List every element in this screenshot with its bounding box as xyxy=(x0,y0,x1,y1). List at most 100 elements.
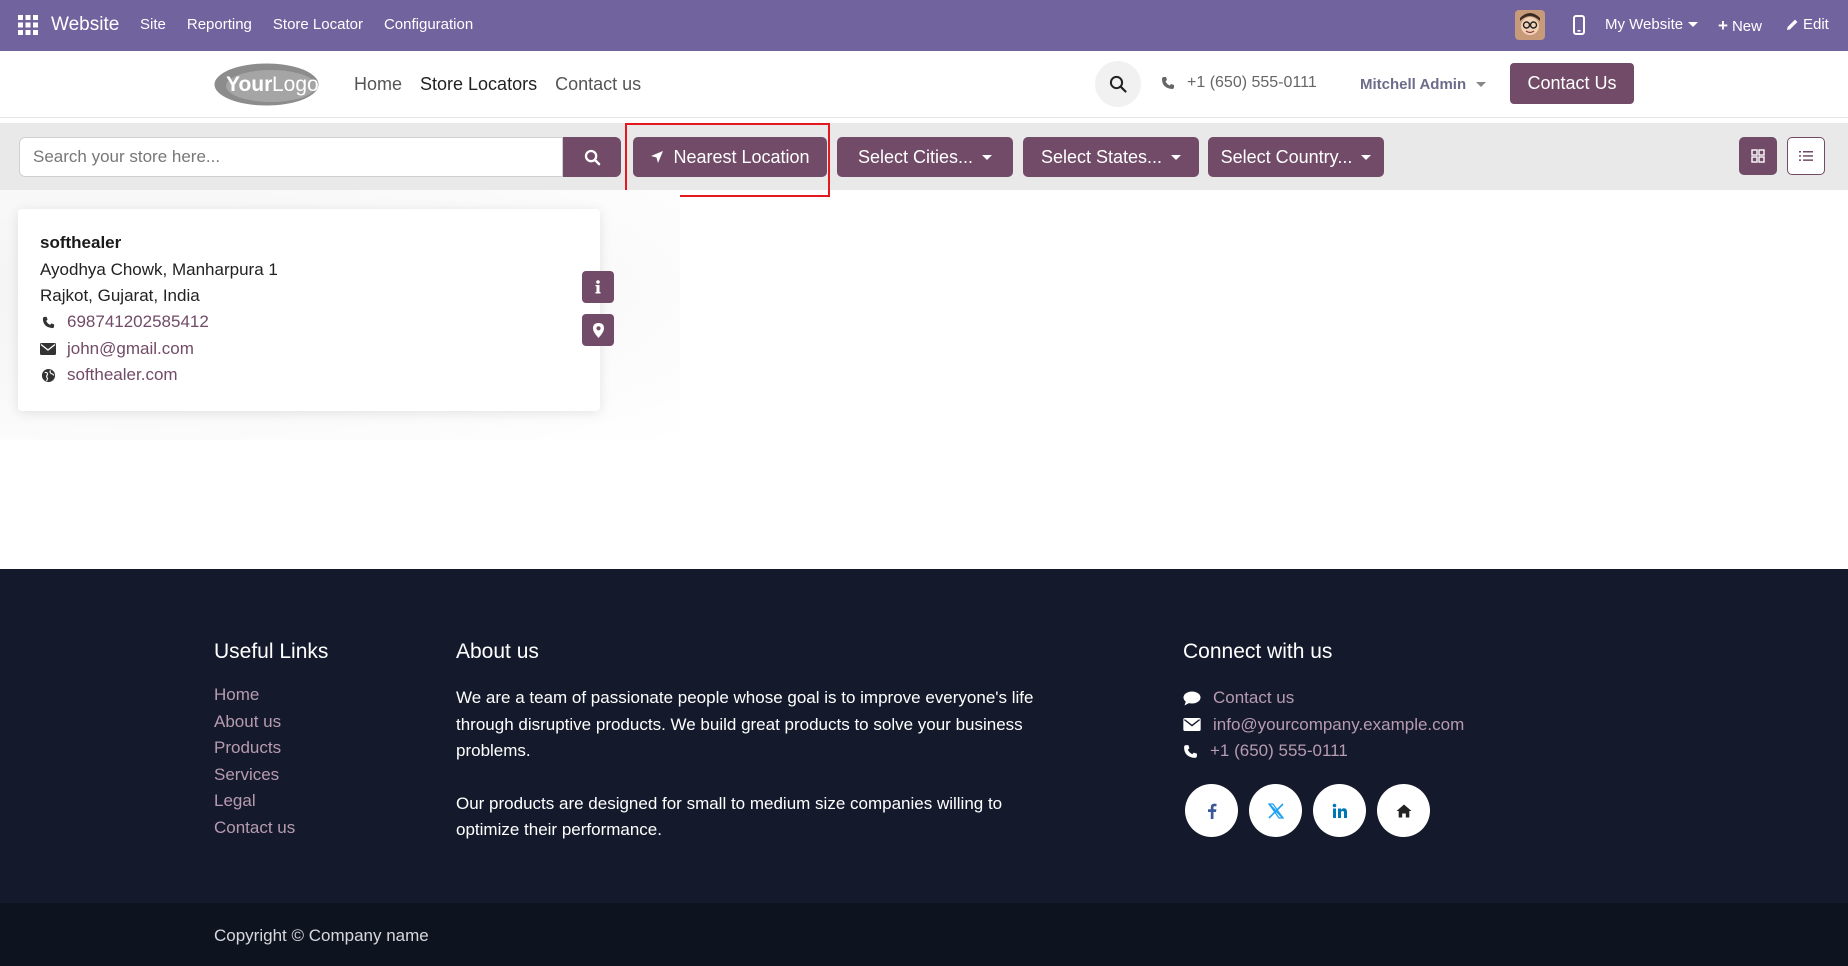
footer-link-contact-us[interactable]: Contact us xyxy=(214,818,295,845)
search-icon xyxy=(1109,75,1127,93)
about-paragraph-2: Our products are designed for small to m… xyxy=(456,793,1003,840)
facebook-icon[interactable] xyxy=(1185,784,1238,837)
new-label: New xyxy=(1731,17,1762,35)
edit-button[interactable]: Edit xyxy=(1786,16,1829,33)
location-arrow-icon xyxy=(650,150,664,164)
footer: Useful Links Home About us Products Serv… xyxy=(0,569,1848,903)
user-name: Mitchell Admin xyxy=(1360,76,1467,93)
envelope-icon xyxy=(40,341,56,357)
new-button[interactable]: + New xyxy=(1718,16,1762,36)
copyright-text: Copyright © Company name xyxy=(214,926,429,945)
store-info-button[interactable] xyxy=(582,271,614,303)
plus-icon: + xyxy=(1718,16,1728,35)
store-website-row: softhealer.com xyxy=(40,365,178,385)
about-us-text: We are a team of passionate people whose… xyxy=(456,685,1046,870)
store-card: softhealer Ayodhya Chowk, Manharpura 1 R… xyxy=(18,209,614,411)
menu-reporting[interactable]: Reporting xyxy=(187,16,252,33)
useful-links-heading: Useful Links xyxy=(214,640,329,663)
footer-link-home[interactable]: Home xyxy=(214,685,295,712)
connect-email-link[interactable]: info@yourcompany.example.com xyxy=(1183,712,1464,739)
connect-contact-link[interactable]: Contact us xyxy=(1183,685,1464,712)
edit-label: Edit xyxy=(1803,16,1829,33)
chevron-down-icon xyxy=(1476,82,1487,87)
footer-link-products[interactable]: Products xyxy=(214,738,295,765)
connect-contact-label: Contact us xyxy=(1213,688,1295,708)
copyright-bar: Copyright © Company name xyxy=(0,903,1848,966)
search-icon xyxy=(584,149,601,166)
grid-icon xyxy=(1751,149,1765,163)
connect-phone-label: +1 (650) 555-0111 xyxy=(1210,741,1348,761)
select-states-label: Select States... xyxy=(1040,146,1163,167)
website-header: Your Logo Home Store Locators Contact us… xyxy=(0,51,1848,118)
phone-icon xyxy=(1183,744,1198,759)
menu-configuration[interactable]: Configuration xyxy=(384,16,473,33)
contact-us-button[interactable]: Contact Us xyxy=(1510,63,1634,104)
store-phone-row: 698741202585412 xyxy=(40,312,209,332)
phone-icon xyxy=(1161,76,1175,90)
app-brand[interactable]: Website xyxy=(51,14,119,36)
top-menu: Site Reporting Store Locator Configurati… xyxy=(140,16,494,33)
chevron-down-icon xyxy=(1361,154,1372,160)
connect-email-label: info@yourcompany.example.com xyxy=(1213,714,1465,734)
chevron-down-icon xyxy=(982,154,993,160)
select-country-dropdown[interactable]: Select Country... xyxy=(1208,137,1384,177)
menu-store-locator[interactable]: Store Locator xyxy=(273,16,363,33)
store-phone-link[interactable]: 698741202585412 xyxy=(67,312,209,332)
list-view-button[interactable] xyxy=(1787,137,1825,175)
home-icon[interactable] xyxy=(1377,784,1430,837)
header-search-button[interactable] xyxy=(1095,61,1141,107)
select-country-label: Select Country... xyxy=(1220,146,1353,167)
grid-view-button[interactable] xyxy=(1739,137,1777,175)
menu-site[interactable]: Site xyxy=(140,16,166,33)
user-avatar[interactable] xyxy=(1515,10,1545,40)
user-menu[interactable]: Mitchell Admin xyxy=(1360,76,1487,93)
store-address-line1: Ayodhya Chowk, Manharpura 1 xyxy=(40,260,278,279)
store-address-line2: Rajkot, Gujarat, India xyxy=(40,286,200,305)
store-search-button[interactable] xyxy=(563,137,621,177)
header-phone[interactable]: +1 (650) 555-0111 xyxy=(1161,74,1317,92)
envelope-icon xyxy=(1183,718,1201,732)
header-phone-number: +1 (650) 555-0111 xyxy=(1187,74,1317,91)
odoo-top-bar: Website Site Reporting Store Locator Con… xyxy=(0,0,1848,51)
main-nav: Home Store Locators Contact us xyxy=(354,74,659,95)
comment-icon xyxy=(1183,691,1201,706)
nav-contact-us[interactable]: Contact us xyxy=(555,74,641,95)
store-email-row: john@gmail.com xyxy=(40,339,194,359)
mobile-preview-icon[interactable] xyxy=(1572,15,1586,35)
chevron-down-icon xyxy=(1171,154,1182,160)
connect-phone-link[interactable]: +1 (650) 555-0111 xyxy=(1183,738,1464,765)
useful-links-list: Home About us Products Services Legal Co… xyxy=(214,685,295,845)
my-website-label: My Website xyxy=(1605,16,1684,33)
store-map-marker-button[interactable] xyxy=(582,314,614,346)
footer-link-about-us[interactable]: About us xyxy=(214,712,295,739)
store-search-input[interactable] xyxy=(19,137,563,177)
svg-text:Logo: Logo xyxy=(272,73,319,96)
svg-text:Your: Your xyxy=(226,73,272,96)
connect-list: Contact us info@yourcompany.example.com … xyxy=(1183,685,1464,765)
about-us-heading: About us xyxy=(456,640,539,663)
select-cities-dropdown[interactable]: Select Cities... xyxy=(837,137,1013,177)
your-logo[interactable]: Your Logo xyxy=(213,62,320,107)
nearest-location-label: Nearest Location xyxy=(673,146,810,167)
store-website-link[interactable]: softhealer.com xyxy=(67,365,178,385)
map-marker-icon xyxy=(592,322,604,338)
store-filter-bar: Nearest Location Select Cities... Select… xyxy=(0,123,1848,190)
store-email-link[interactable]: john@gmail.com xyxy=(67,339,194,359)
my-website-dropdown[interactable]: My Website xyxy=(1605,16,1699,33)
store-name: softhealer xyxy=(40,233,122,252)
connect-heading: Connect with us xyxy=(1183,640,1333,663)
nav-store-locators[interactable]: Store Locators xyxy=(420,74,537,95)
linkedin-icon[interactable] xyxy=(1313,784,1366,837)
x-twitter-icon[interactable] xyxy=(1249,784,1302,837)
social-links xyxy=(1185,784,1430,837)
about-paragraph-1: We are a team of passionate people whose… xyxy=(456,688,1034,761)
nearest-location-button[interactable]: Nearest Location xyxy=(633,137,827,177)
select-states-dropdown[interactable]: Select States... xyxy=(1023,137,1199,177)
footer-link-legal[interactable]: Legal xyxy=(214,791,295,818)
list-icon xyxy=(1799,150,1813,162)
footer-link-services[interactable]: Services xyxy=(214,765,295,792)
nav-home[interactable]: Home xyxy=(354,74,402,95)
info-icon xyxy=(595,280,601,294)
apps-grid-icon[interactable] xyxy=(18,15,38,35)
phone-icon xyxy=(40,314,56,330)
